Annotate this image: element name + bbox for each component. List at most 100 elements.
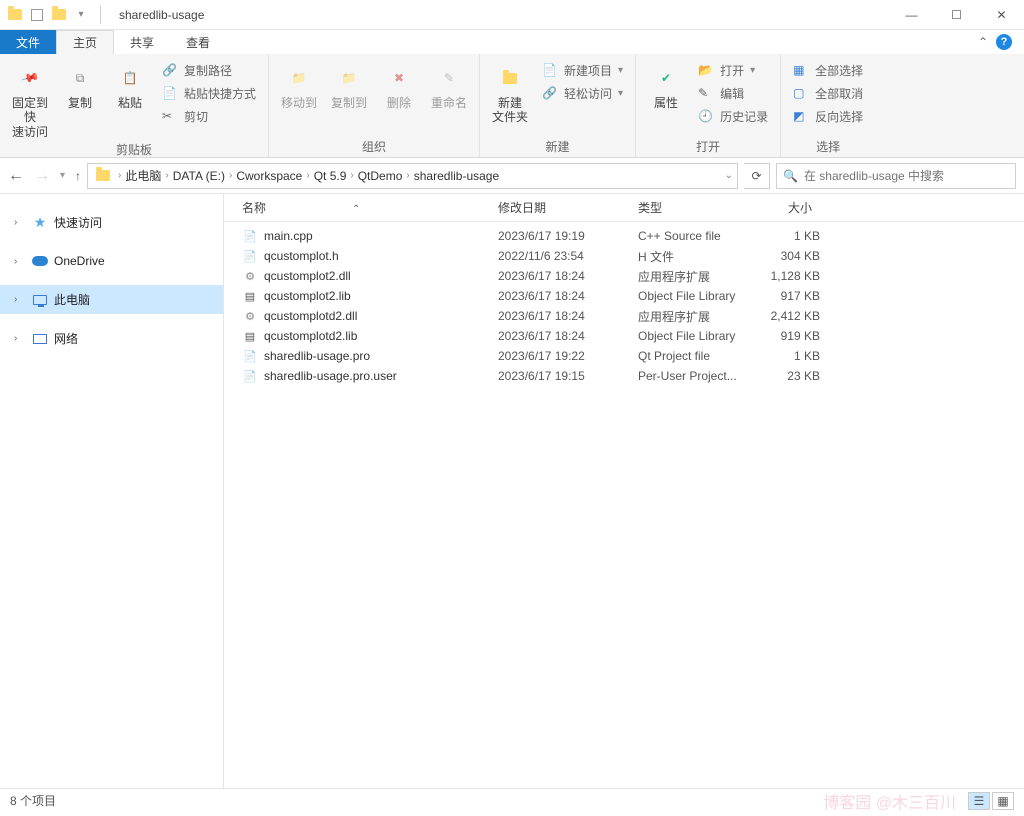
new-folder-button[interactable]: 新建 文件夹: [488, 58, 532, 125]
pin-to-quick-button[interactable]: 📌 固定到快 速访问: [8, 58, 52, 139]
file-row[interactable]: ⚙qcustomplot2.dll2023/6/17 18:24应用程序扩展1,…: [224, 266, 1024, 286]
checkbox-icon[interactable]: [28, 6, 46, 24]
search-box[interactable]: 🔍: [776, 163, 1016, 189]
cut-button[interactable]: ✂剪切: [158, 106, 260, 127]
easy-access-button[interactable]: 🔗轻松访问 ▾: [538, 83, 627, 104]
properties-button[interactable]: ✔属性: [644, 58, 688, 110]
breadcrumb[interactable]: › 此电脑› DATA (E:)› Cworkspace› Qt 5.9› Qt…: [87, 163, 738, 189]
file-date: 2023/6/17 18:24: [490, 289, 630, 303]
col-size[interactable]: 大小: [750, 199, 820, 216]
crumb-folder[interactable]: QtDemo›: [358, 169, 410, 183]
sidebar-item-network[interactable]: ›网络: [0, 324, 223, 353]
file-row[interactable]: ▤qcustomplotd2.lib2023/6/17 18:24Object …: [224, 326, 1024, 346]
search-input[interactable]: [804, 169, 1009, 183]
select-all-button[interactable]: ▦全部选择: [789, 60, 867, 81]
col-name[interactable]: 名称⌃: [234, 199, 490, 216]
file-type: 应用程序扩展: [630, 268, 750, 285]
deselect-all-button[interactable]: ▢全部取消: [789, 83, 867, 104]
close-button[interactable]: ✕: [979, 0, 1024, 30]
file-size: 2,412 KB: [750, 309, 820, 323]
tab-file[interactable]: 文件: [0, 30, 56, 54]
copy-to-button[interactable]: 📁复制到: [327, 58, 371, 110]
file-row[interactable]: 📄sharedlib-usage.pro2023/6/17 19:22Qt Pr…: [224, 346, 1024, 366]
folder-icon[interactable]: [50, 6, 68, 24]
group-label: 打开: [644, 136, 772, 155]
edit-button[interactable]: ✎编辑: [694, 83, 772, 104]
file-icon: 📄: [242, 228, 258, 244]
file-size: 1 KB: [750, 229, 820, 243]
forward-button[interactable]: →: [34, 167, 50, 185]
chevron-icon[interactable]: ›: [118, 170, 121, 181]
group-label: 新建: [488, 136, 627, 155]
address-dropdown[interactable]: ⌄: [725, 170, 733, 181]
delete-button[interactable]: ✖删除: [377, 58, 421, 110]
invert-selection-button[interactable]: ◩反向选择: [789, 106, 867, 127]
history-dropdown[interactable]: ▾: [60, 170, 65, 181]
collapse-ribbon-icon[interactable]: ⌃: [978, 35, 988, 49]
new-item-button[interactable]: 📄新建项目 ▾: [538, 60, 627, 81]
dropdown-icon[interactable]: ▾: [72, 6, 90, 24]
file-size: 919 KB: [750, 329, 820, 343]
title-bar: ▾ sharedlib-usage — ☐ ✕: [0, 0, 1024, 30]
tab-share[interactable]: 共享: [114, 30, 170, 54]
file-date: 2022/11/6 23:54: [490, 249, 630, 263]
move-to-button[interactable]: 📁移动到: [277, 58, 321, 110]
crumb-drive[interactable]: DATA (E:)›: [173, 169, 233, 183]
sidebar-item-onedrive[interactable]: ›OneDrive: [0, 247, 223, 275]
tab-home[interactable]: 主页: [56, 30, 114, 54]
crumb-current[interactable]: sharedlib-usage: [414, 169, 499, 183]
item-count: 8 个项目: [10, 792, 56, 809]
back-button[interactable]: ←: [8, 167, 24, 185]
copy-path-button[interactable]: 🔗复制路径: [158, 60, 260, 81]
file-type: Per-User Project...: [630, 369, 750, 383]
paste-shortcut-button[interactable]: 📄粘贴快捷方式: [158, 83, 260, 104]
file-row[interactable]: 📄sharedlib-usage.pro.user2023/6/17 19:15…: [224, 366, 1024, 386]
file-date: 2023/6/17 19:15: [490, 369, 630, 383]
file-size: 1 KB: [750, 349, 820, 363]
tab-view[interactable]: 查看: [170, 30, 226, 54]
copy-button[interactable]: ⧉ 复制: [58, 58, 102, 110]
file-size: 917 KB: [750, 289, 820, 303]
group-new: 新建 文件夹 📄新建项目 ▾ 🔗轻松访问 ▾ 新建: [480, 54, 636, 157]
refresh-button[interactable]: ⟳: [744, 163, 770, 189]
paste-button[interactable]: 📋 粘贴: [108, 58, 152, 110]
details-view-button[interactable]: ☰: [968, 792, 990, 810]
file-size: 1,128 KB: [750, 269, 820, 283]
file-type: C++ Source file: [630, 229, 750, 243]
file-date: 2023/6/17 18:24: [490, 329, 630, 343]
file-date: 2023/6/17 19:19: [490, 229, 630, 243]
file-date: 2023/6/17 18:24: [490, 269, 630, 283]
file-name: qcustomplot2.lib: [264, 289, 351, 303]
col-type[interactable]: 类型: [630, 199, 750, 216]
crumb-folder[interactable]: Cworkspace›: [236, 169, 309, 183]
help-icon[interactable]: ?: [996, 34, 1012, 50]
maximize-button[interactable]: ☐: [934, 0, 979, 30]
rename-button[interactable]: ✎重命名: [427, 58, 471, 110]
group-label: 选择: [789, 136, 867, 155]
group-open: ✔属性 📂打开 ▾ ✎编辑 🕘历史记录 打开: [636, 54, 781, 157]
file-icon: ▤: [242, 288, 258, 304]
open-button[interactable]: 📂打开 ▾: [694, 60, 772, 81]
file-row[interactable]: 📄main.cpp2023/6/17 19:19C++ Source file1…: [224, 226, 1024, 246]
minimize-button[interactable]: —: [889, 0, 934, 30]
ribbon-tabs: 文件 主页 共享 查看 ⌃ ?: [0, 30, 1024, 54]
file-pane: 名称⌃ 修改日期 类型 大小 📄main.cpp2023/6/17 19:19C…: [224, 194, 1024, 788]
crumb-folder[interactable]: Qt 5.9›: [314, 169, 354, 183]
file-name: sharedlib-usage.pro: [264, 349, 370, 363]
watermark: 博客园 @木三百川: [823, 789, 956, 813]
group-select: ▦全部选择 ▢全部取消 ◩反向选择 选择: [781, 54, 875, 157]
file-icon: ▤: [242, 328, 258, 344]
history-button[interactable]: 🕘历史记录: [694, 106, 772, 127]
col-date[interactable]: 修改日期: [490, 199, 630, 216]
file-row[interactable]: 📄qcustomplot.h2022/11/6 23:54H 文件304 KB: [224, 246, 1024, 266]
window-title: sharedlib-usage: [111, 8, 204, 22]
thumbnails-view-button[interactable]: ▦: [992, 792, 1014, 810]
sidebar-item-quick-access[interactable]: ›★快速访问: [0, 208, 223, 237]
sidebar-item-thispc[interactable]: ›此电脑: [0, 285, 223, 314]
up-button[interactable]: ↑: [75, 169, 81, 183]
search-icon: 🔍: [783, 169, 798, 183]
crumb-thispc[interactable]: 此电脑›: [125, 167, 168, 184]
file-row[interactable]: ▤qcustomplot2.lib2023/6/17 18:24Object F…: [224, 286, 1024, 306]
file-row[interactable]: ⚙qcustomplotd2.dll2023/6/17 18:24应用程序扩展2…: [224, 306, 1024, 326]
group-organize: 📁移动到 📁复制到 ✖删除 ✎重命名 组织: [269, 54, 480, 157]
